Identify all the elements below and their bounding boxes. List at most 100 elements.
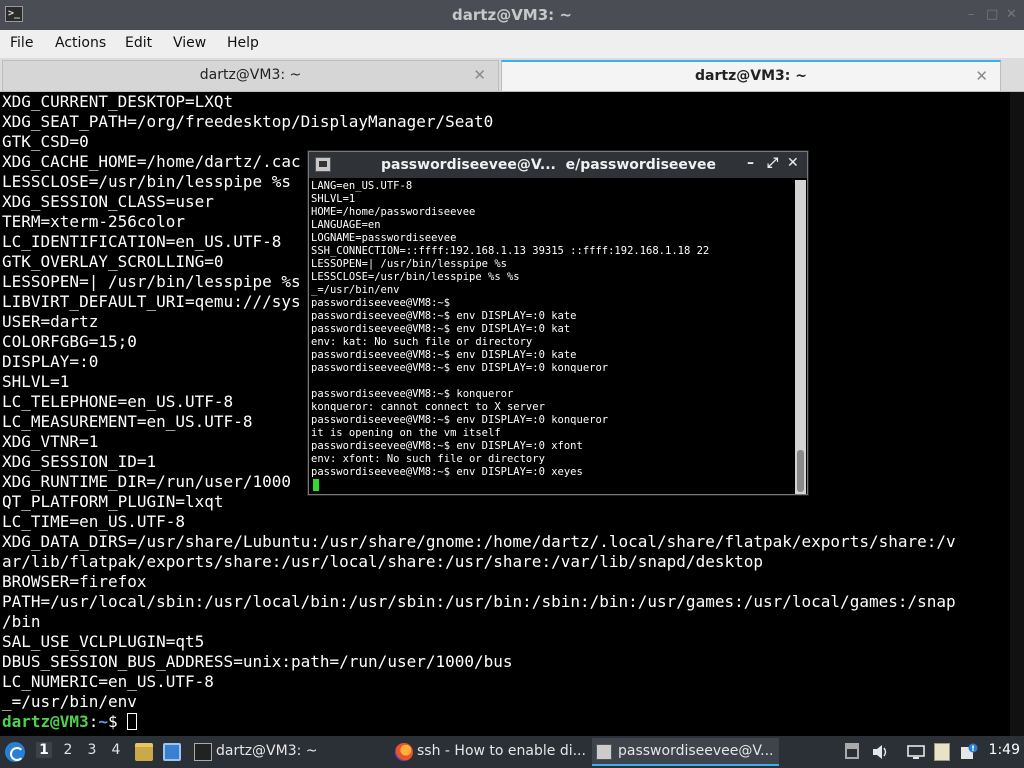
prompt-separator: :: [88, 712, 99, 731]
xterm-line: it is opening on the vm itself: [311, 427, 501, 439]
workspace-1[interactable]: 1: [36, 742, 52, 758]
terminal-line: SAL_USE_VCLPLUGIN=qt5: [2, 632, 205, 651]
xterm-line: LESSCLOSE=/usr/bin/lesspipe %s %s: [311, 271, 520, 283]
text-cursor: [127, 713, 138, 730]
terminal-line: LC_NUMERIC=en_US.UTF-8: [2, 672, 214, 691]
xterm-line: SHLVL=1: [311, 193, 356, 205]
menu-help[interactable]: Help: [227, 35, 259, 51]
file-manager-icon[interactable]: [135, 743, 153, 761]
eject-icon[interactable]: [845, 743, 859, 759]
task-label: ssh - How to enable di...: [417, 743, 586, 759]
workspace-2[interactable]: 2: [60, 742, 76, 758]
terminal-line: XDG_SEAT_PATH=/org/freedesktop/DisplayMa…: [2, 112, 494, 131]
xterm-line: konqueror: cannot connect to X server: [311, 401, 545, 413]
xterm-output[interactable]: LANG=en_US.UTF-8 SHLVL=1 HOME=/home/pass…: [310, 180, 796, 494]
terminal-line: XDG_CURRENT_DESKTOP=LXQt: [2, 92, 234, 111]
xterm-scrollbar-thumb[interactable]: [797, 450, 804, 492]
xterm-line: passwordiseevee@VM8:~$ env DISPLAY=:0 ka…: [311, 310, 577, 322]
terminal-line: LESSCLOSE=/usr/bin/lesspipe %s: [2, 172, 291, 191]
menu-bar: File Actions Edit View Help: [0, 30, 1024, 58]
tab-label: dartz@VM3: ~: [695, 68, 807, 84]
prompt-path: ~: [98, 712, 108, 731]
terminal-line: GTK_OVERLAY_SCROLLING=0: [2, 252, 224, 271]
task-label: dartz@VM3: ~: [216, 743, 318, 759]
network-icon[interactable]: [907, 743, 925, 761]
xterm-icon: [596, 744, 612, 760]
terminal-line: LC_TELEPHONE=en_US.UTF-8: [2, 392, 234, 411]
terminal-line: LESSOPEN=| /usr/bin/lesspipe %s: [2, 272, 301, 291]
terminal-line: /bin: [2, 612, 41, 631]
terminal-line: DISPLAY=:0: [2, 352, 99, 371]
xterm-line: LANG=en_US.UTF-8: [311, 180, 413, 192]
menu-actions[interactable]: Actions: [55, 35, 106, 51]
terminal-line: XDG_CACHE_HOME=/home/dartz/.cac: [2, 152, 301, 171]
menu-edit[interactable]: Edit: [125, 35, 152, 51]
close-button[interactable]: ✕: [1006, 7, 1017, 22]
xterm-line: env: kat: No such file or directory: [311, 336, 533, 348]
terminal-line: XDG_VTNR=1: [2, 432, 99, 451]
terminal-line: XDG_SESSION_ID=1: [2, 452, 157, 471]
minimize-button[interactable]: –: [968, 7, 975, 22]
terminal-line: USER=dartz: [2, 312, 99, 331]
task-label: passwordiseevee@V...: [618, 743, 774, 759]
xterm-line: LANGUAGE=en: [311, 219, 381, 231]
xterm-titlebar[interactable]: passwordiseevee@V... e/passwordiseevee –…: [309, 152, 807, 178]
taskbar: 1 2 3 4 dartz@VM3: ~ ssh - How to enable…: [0, 736, 1024, 768]
xterm-scrollbar[interactable]: [795, 180, 806, 494]
xterm-maximize-button[interactable]: ⤢: [767, 155, 778, 171]
terminal-line: XDG_RUNTIME_DIR=/run/user/1000: [2, 472, 291, 491]
prompt-user: dartz@VM3: [2, 712, 89, 731]
terminal-line: QT_PLATFORM_PLUGIN=lxqt: [2, 492, 224, 511]
terminal-scrollbar[interactable]: [1010, 92, 1024, 736]
tab-close-icon[interactable]: ✕: [473, 66, 486, 84]
xterm-line: passwordiseevee@VM8:~$ env DISPLAY=:0 ka…: [311, 323, 571, 335]
xterm-line: LOGNAME=passwordiseevee: [311, 232, 457, 244]
xterm-line: SSH_CONNECTION=::ffff:192.168.1.13 39315…: [311, 245, 710, 257]
xterm-line: passwordiseevee@VM8:~$ env DISPLAY=:0 xe…: [311, 466, 583, 478]
xterm-line: _=/usr/bin/env: [311, 284, 400, 296]
tab-terminal-1[interactable]: dartz@VM3: ~ ✕: [2, 60, 499, 91]
xterm-line: passwordiseevee@VM8:~$ env DISPLAY=:0 ko…: [311, 414, 609, 426]
taskbar-task-xterm[interactable]: passwordiseevee@V...: [592, 738, 779, 766]
taskbar-task-terminal[interactable]: dartz@VM3: ~: [190, 738, 385, 766]
xterm-minimize-button[interactable]: –: [747, 155, 754, 171]
update-notifier-icon[interactable]: [960, 743, 978, 761]
tab-terminal-2[interactable]: dartz@VM3: ~ ✕: [501, 60, 1001, 91]
workspace-4[interactable]: 4: [108, 742, 124, 758]
lubuntu-menu-icon[interactable]: [5, 742, 25, 762]
xterm-line: passwordiseevee@VM8:~$ env DISPLAY=:0 xf…: [311, 440, 583, 452]
firefox-icon: [395, 743, 413, 761]
maximize-button[interactable]: □: [986, 7, 998, 22]
clock[interactable]: 1:49: [989, 742, 1020, 758]
volume-icon[interactable]: [871, 743, 889, 761]
menu-view[interactable]: View: [173, 35, 206, 51]
xterm-line: HOME=/home/passwordiseevee: [311, 206, 476, 218]
tab-label: dartz@VM3: ~: [199, 67, 302, 83]
terminal-line: LC_IDENTIFICATION=en_US.UTF-8: [2, 232, 282, 251]
window-titlebar[interactable]: >_ dartz@VM3: ~ – □ ✕: [0, 0, 1024, 30]
xterm-window[interactable]: passwordiseevee@V... e/passwordiseevee –…: [308, 151, 808, 495]
terminal-icon: [194, 743, 212, 761]
menu-file[interactable]: File: [10, 35, 33, 51]
terminal-line: LIBVIRT_DEFAULT_URI=qemu:///sys: [2, 292, 301, 311]
xterm-close-button[interactable]: ✕: [787, 155, 799, 171]
tab-close-icon[interactable]: ✕: [975, 67, 988, 85]
xterm-line: passwordiseevee@VM8:~$: [311, 297, 451, 309]
terminal-line: PATH=/usr/local/sbin:/usr/local/bin:/usr…: [2, 592, 956, 611]
xterm-line: LESSOPEN=| /usr/bin/lesspipe %s: [311, 258, 507, 270]
xterm-line: passwordiseevee@VM8:~$ env DISPLAY=:0 ka…: [311, 349, 577, 361]
workspace-3[interactable]: 3: [84, 742, 100, 758]
xterm-cursor: [313, 479, 319, 491]
taskbar-task-firefox[interactable]: ssh - How to enable di...: [391, 738, 587, 766]
terminal-line: XDG_DATA_DIRS=/usr/share/Lubuntu:/usr/sh…: [2, 532, 956, 551]
terminal-line: LC_TIME=en_US.UTF-8: [2, 512, 186, 531]
terminal-line: XDG_SESSION_CLASS=user: [2, 192, 214, 211]
terminal-line: DBUS_SESSION_BUS_ADDRESS=unix:path=/run/…: [2, 652, 513, 671]
xterm-title: passwordiseevee@V... e/passwordiseevee: [381, 157, 717, 173]
terminal-line: _=/usr/bin/env: [2, 692, 137, 711]
terminal-line: GTK_CSD=0: [2, 132, 89, 151]
window-title: dartz@VM3: ~: [452, 6, 572, 24]
clipboard-icon[interactable]: [934, 743, 950, 761]
terminal-prompt: dartz@VM3:~$: [2, 712, 138, 732]
show-desktop-icon[interactable]: [163, 743, 181, 761]
